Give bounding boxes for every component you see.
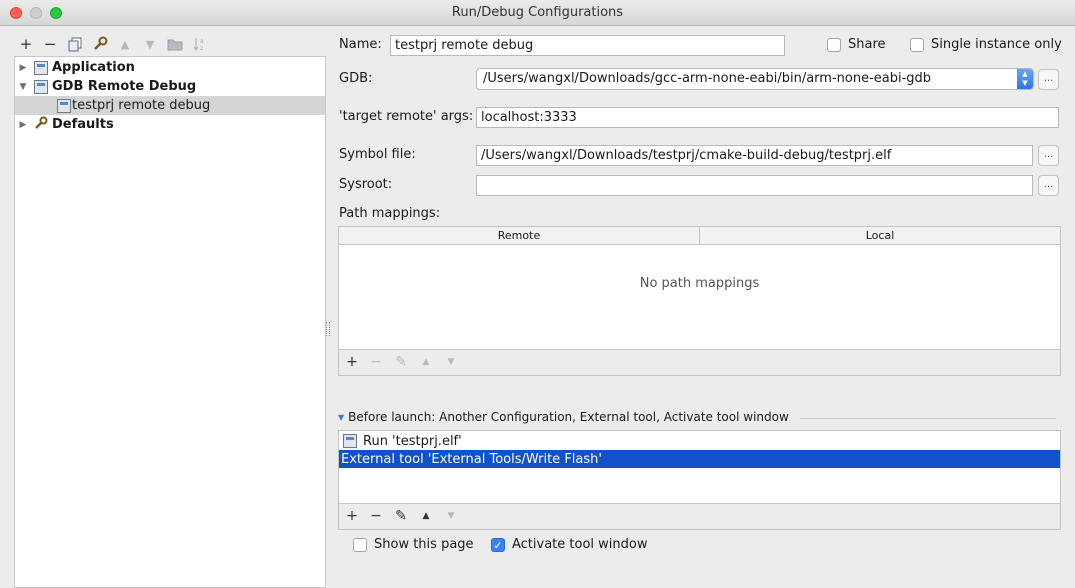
symbol-file-browse-button[interactable]: ...	[1038, 145, 1059, 166]
minus-icon: −	[370, 354, 382, 370]
add-configuration-button[interactable]: +	[17, 35, 35, 53]
column-header-remote[interactable]: Remote	[339, 227, 700, 245]
tree-item-label: Defaults	[52, 117, 114, 132]
folder-button[interactable]	[166, 35, 184, 53]
name-label: Name:	[339, 37, 382, 52]
expand-arrow-icon[interactable]: ▶	[18, 63, 28, 73]
before-launch-item-selected[interactable]: External tool 'External Tools/Write Flas…	[339, 450, 1060, 468]
run-config-icon	[343, 434, 357, 448]
column-header-local[interactable]: Local	[700, 227, 1060, 245]
configurations-tree[interactable]: ▶ Application ▼ GDB Remote Debug testprj…	[14, 56, 326, 588]
pencil-icon: ✎	[395, 354, 407, 370]
move-mapping-up-button[interactable]: ▲	[418, 354, 434, 370]
select-arrows-icon: ▲ ▼	[1017, 69, 1033, 89]
folder-icon	[167, 39, 183, 50]
path-mappings-label: Path mappings:	[339, 206, 441, 221]
collapse-triangle-icon: ▼	[338, 412, 345, 422]
before-launch-item[interactable]: Run 'testprj.elf'	[339, 432, 1060, 450]
plus-icon: +	[19, 35, 33, 53]
add-task-button[interactable]: +	[344, 508, 360, 524]
triangle-down-icon: ▼	[145, 37, 155, 51]
plus-icon: +	[346, 508, 358, 524]
tree-item-defaults[interactable]: ▶ Defaults	[15, 115, 325, 134]
triangle-up-icon: ▲	[422, 357, 430, 367]
remove-task-button[interactable]: −	[368, 508, 384, 524]
symbol-file-input[interactable]: /Users/wangxl/Downloads/testprj/cmake-bu…	[476, 145, 1033, 166]
checkmark-icon: ✓	[493, 539, 503, 552]
separator	[800, 418, 1056, 419]
wrench-icon	[94, 36, 108, 50]
name-input[interactable]: testprj remote debug	[390, 35, 785, 56]
tree-item-application[interactable]: ▶ Application	[15, 58, 325, 77]
plus-icon: +	[346, 354, 358, 370]
gdb-browse-button[interactable]: ...	[1038, 69, 1059, 90]
single-instance-checkbox[interactable]	[910, 38, 924, 52]
tree-item-gdb-remote-debug[interactable]: ▼ GDB Remote Debug	[15, 77, 325, 96]
show-page-label: Show this page	[374, 537, 474, 552]
share-label: Share	[848, 37, 886, 52]
triangle-down-icon: ▼	[447, 357, 455, 367]
tree-item-label: Application	[52, 60, 135, 75]
tree-item-testprj-remote-debug[interactable]: testprj remote debug	[15, 96, 325, 115]
copy-configuration-button[interactable]	[66, 35, 84, 53]
symbol-file-label: Symbol file:	[339, 147, 416, 162]
edit-defaults-button[interactable]	[91, 35, 109, 53]
window-title: Run/Debug Configurations	[451, 5, 624, 20]
activate-tool-window-label: Activate tool window	[512, 537, 648, 552]
gdb-select[interactable]: /Users/wangxl/Downloads/gcc-arm-none-eab…	[476, 68, 1034, 90]
remove-mapping-button[interactable]: −	[368, 354, 384, 370]
gdb-select-value: /Users/wangxl/Downloads/gcc-arm-none-eab…	[483, 71, 932, 86]
single-instance-label: Single instance only	[931, 37, 1062, 52]
path-mappings-table: Remote Local No path mappings + − ✎ ▲ ▼	[338, 226, 1061, 376]
tree-item-label: testprj remote debug	[72, 98, 211, 113]
copy-icon	[68, 37, 82, 51]
edit-task-button[interactable]: ✎	[393, 508, 409, 524]
show-page-checkbox[interactable]	[353, 538, 367, 552]
move-task-up-button[interactable]: ▲	[418, 508, 434, 524]
move-down-button[interactable]: ▼	[141, 35, 159, 53]
gdb-remote-debug-icon	[34, 79, 48, 94]
sysroot-browse-button[interactable]: ...	[1038, 175, 1059, 196]
remove-configuration-button[interactable]: −	[41, 35, 59, 53]
add-mapping-button[interactable]: +	[344, 354, 360, 370]
gdb-label: GDB:	[339, 71, 373, 86]
edit-mapping-button[interactable]: ✎	[393, 354, 409, 370]
share-checkbox[interactable]	[827, 38, 841, 52]
move-mapping-down-button[interactable]: ▼	[443, 354, 459, 370]
wrench-icon	[34, 116, 48, 133]
empty-table-message: No path mappings	[639, 276, 760, 291]
sort-button[interactable]: az	[191, 35, 209, 53]
before-launch-list: Run 'testprj.elf' External tool 'Externa…	[338, 430, 1061, 530]
triangle-up-icon: ▲	[120, 37, 130, 51]
before-launch-toolbar: + − ✎ ▲ ▼	[339, 503, 1060, 529]
sort-az-icon: az	[193, 38, 204, 52]
collapse-arrow-icon[interactable]: ▼	[18, 82, 28, 92]
move-up-button[interactable]: ▲	[116, 35, 134, 53]
before-launch-title: Before launch: Another Configuration, Ex…	[348, 410, 789, 424]
pencil-icon: ✎	[395, 508, 407, 524]
triangle-down-icon: ▼	[447, 511, 455, 521]
move-task-down-button[interactable]: ▼	[443, 508, 459, 524]
remote-debug-config-icon	[57, 98, 71, 113]
svg-text:a: a	[200, 38, 204, 45]
minus-icon: −	[370, 508, 382, 524]
svg-text:z: z	[200, 45, 203, 52]
before-launch-item-label: Run 'testprj.elf'	[363, 433, 462, 449]
expand-arrow-icon[interactable]: ▶	[18, 120, 28, 130]
sysroot-input[interactable]	[476, 175, 1033, 196]
triangle-up-icon: ▲	[422, 511, 430, 521]
sysroot-label: Sysroot:	[339, 177, 393, 192]
tree-item-label: GDB Remote Debug	[52, 79, 197, 94]
before-launch-item-label: External tool 'External Tools/Write Flas…	[341, 451, 602, 467]
path-mappings-toolbar: + − ✎ ▲ ▼	[339, 349, 1060, 375]
activate-tool-window-checkbox[interactable]: ✓	[491, 538, 505, 552]
minus-icon: −	[43, 35, 57, 53]
before-launch-header[interactable]: ▼ Before launch: Another Configuration, …	[338, 410, 789, 424]
target-remote-label: 'target remote' args:	[339, 109, 474, 124]
splitter-handle[interactable]	[326, 322, 330, 336]
target-remote-input[interactable]: localhost:3333	[476, 107, 1059, 128]
application-icon	[34, 60, 48, 75]
